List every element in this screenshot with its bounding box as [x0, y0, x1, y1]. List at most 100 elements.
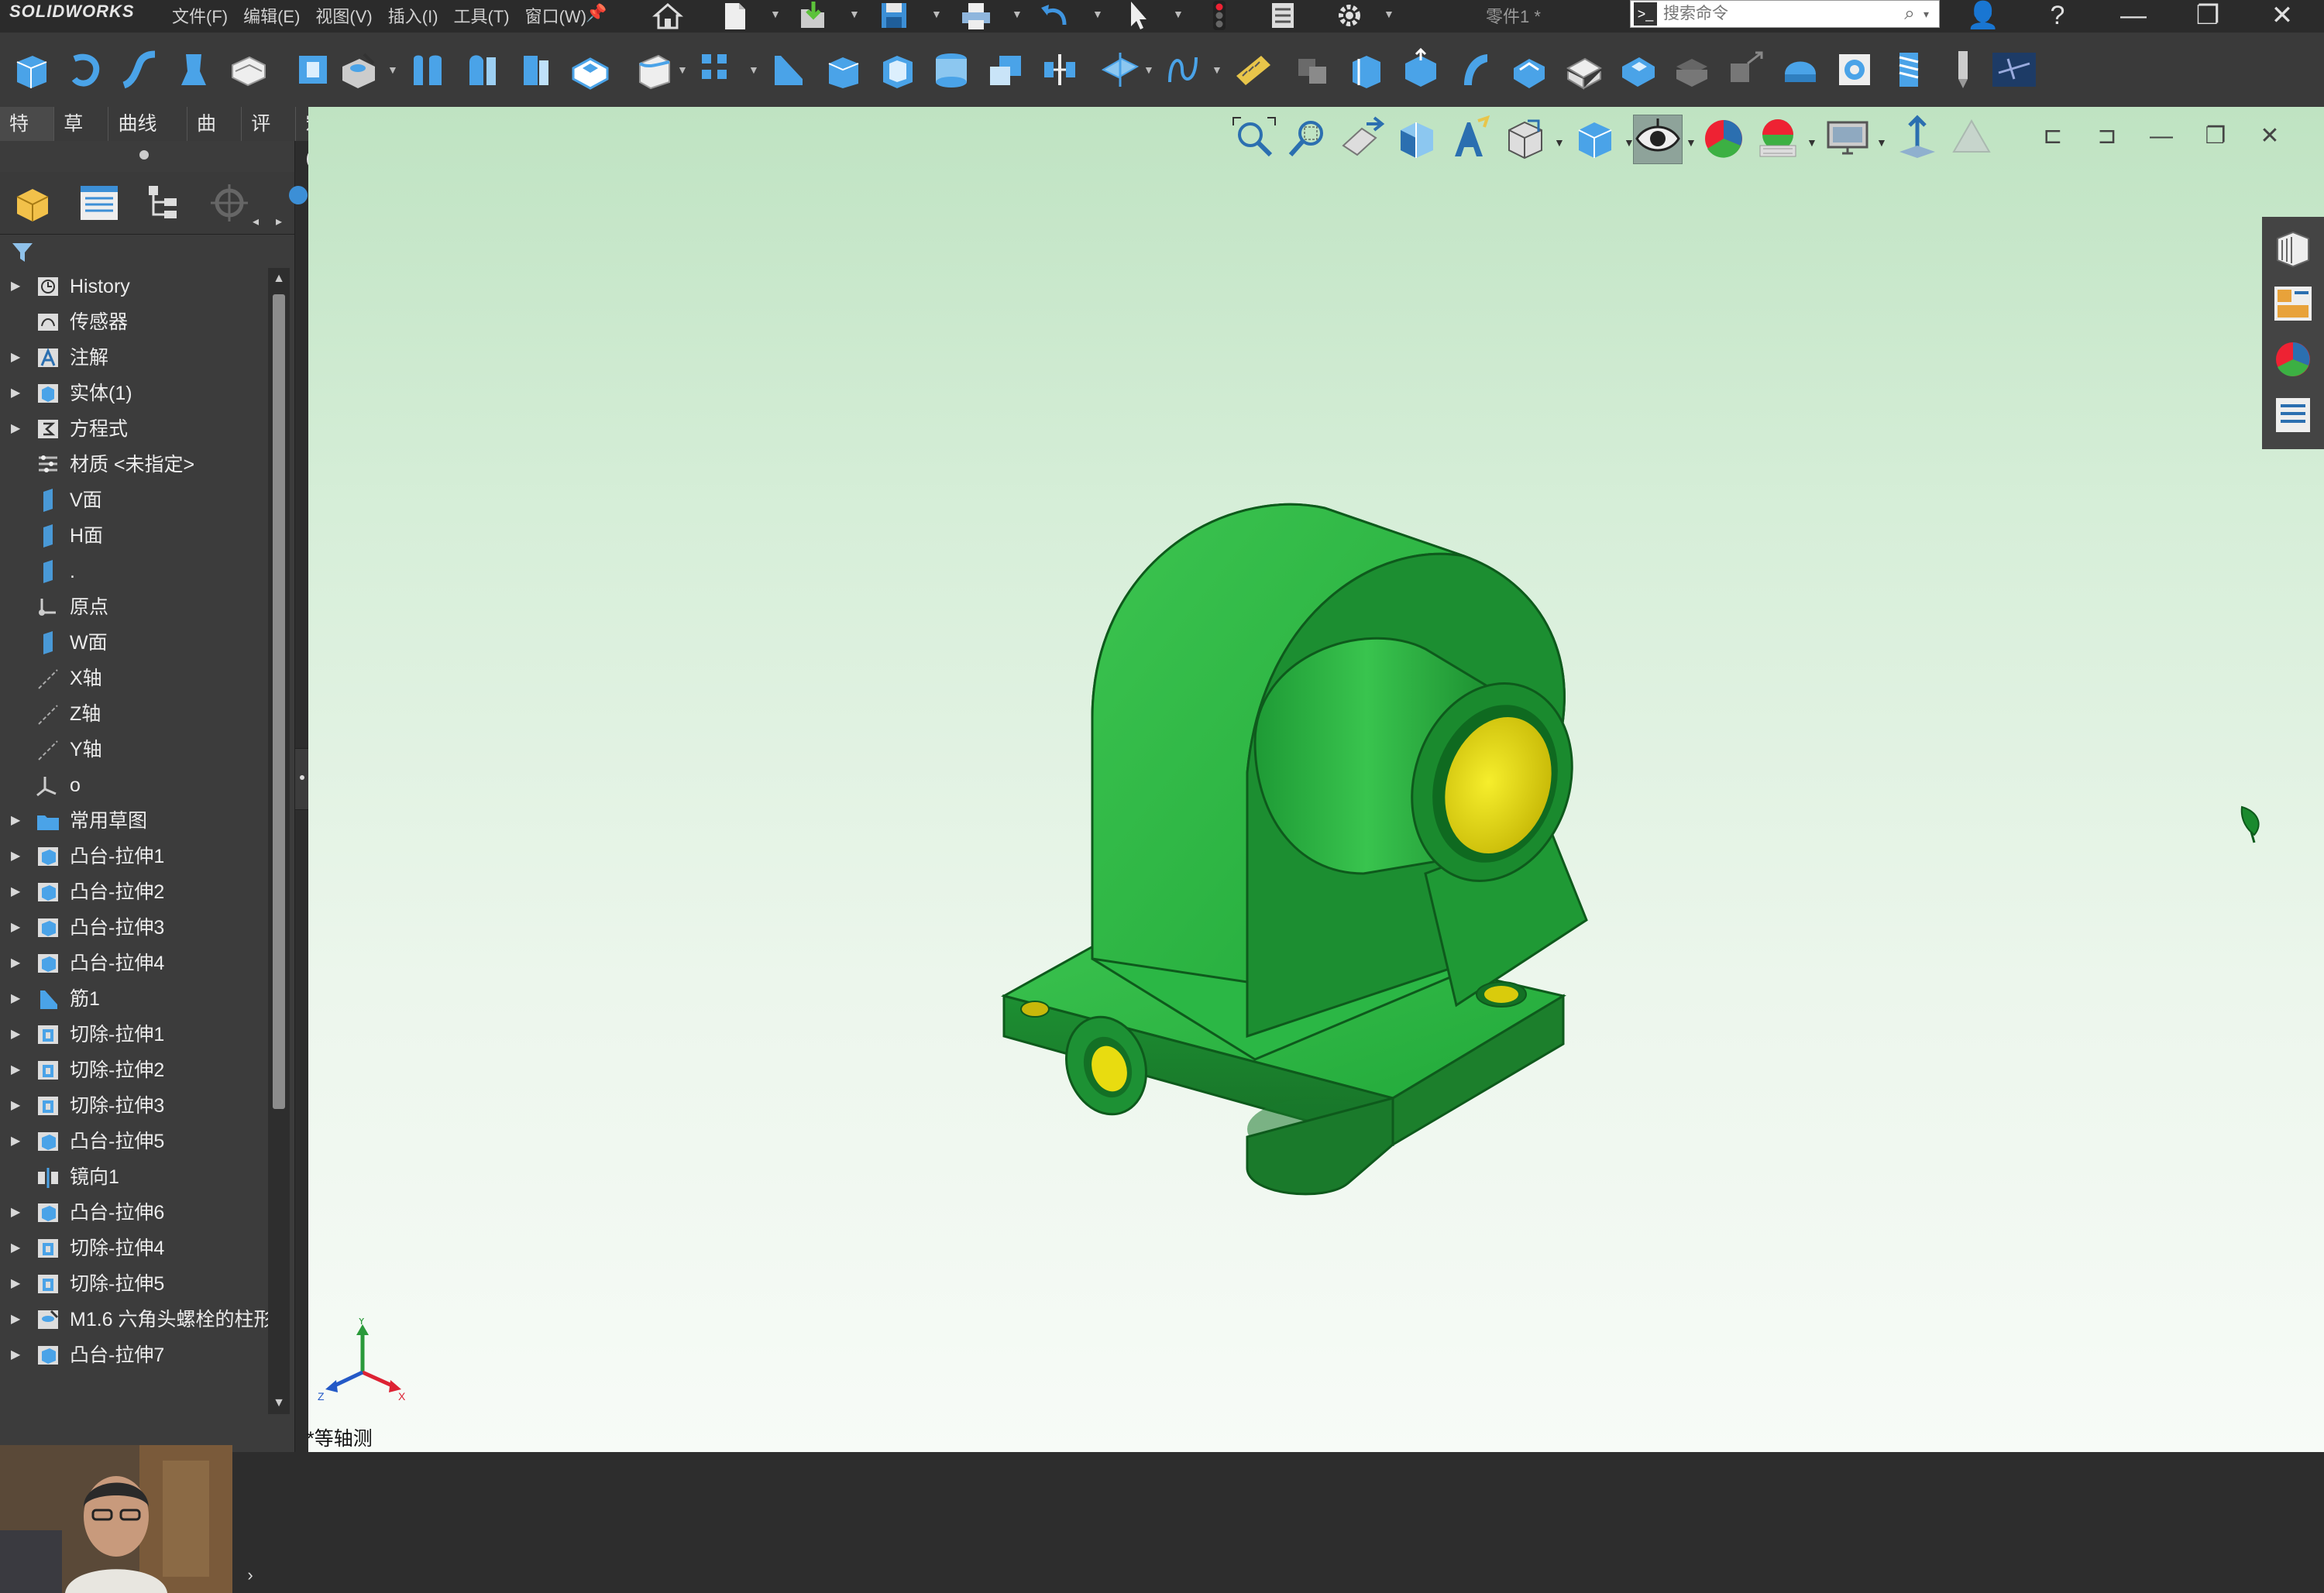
expand-arrow-icon[interactable]: ▶	[11, 341, 22, 375]
tree-node[interactable]: Y轴	[0, 733, 268, 767]
close-window-button[interactable]: ✕	[2259, 0, 2305, 31]
revolve-cut-icon[interactable]	[406, 48, 449, 91]
select-arrow-icon[interactable]	[1119, 0, 1159, 31]
tree-node[interactable]: 材质 <未指定>	[0, 448, 268, 482]
reference-geometry-icon[interactable]	[1098, 48, 1142, 91]
scroll-up-icon[interactable]: ▲	[268, 268, 290, 290]
tree-node[interactable]: V面	[0, 483, 268, 517]
menu-tools[interactable]: 工具(T)	[452, 3, 511, 28]
tree-node[interactable]: ▶ 切除-拉伸4	[0, 1231, 268, 1265]
search-dropdown-icon[interactable]: ▾	[1923, 8, 1939, 21]
scroll-down-icon[interactable]: ▼	[268, 1392, 290, 1414]
tabs-scroll-right-icon[interactable]: ▸	[276, 214, 282, 229]
help-icon[interactable]: ?	[2034, 0, 2081, 31]
file-properties-icon[interactable]	[1263, 0, 1303, 31]
flex-icon[interactable]	[1453, 48, 1497, 91]
tree-node[interactable]: 原点	[0, 590, 268, 624]
tree-node[interactable]: ▶ 切除-拉伸5	[0, 1267, 268, 1301]
viewport-restore-button[interactable]: ❐	[2199, 119, 2233, 153]
zoom-to-area-icon[interactable]	[1284, 115, 1332, 163]
previous-view-icon[interactable]	[1339, 115, 1387, 163]
tree-node[interactable]: ▶ 凸台-拉伸4	[0, 946, 268, 980]
open-document-icon[interactable]	[793, 0, 834, 31]
zoom-to-fit-icon[interactable]	[1230, 115, 1278, 163]
part-model-isometric[interactable]	[992, 440, 1743, 1214]
expand-arrow-icon[interactable]: ▶	[11, 1338, 22, 1372]
boundary-boss-icon[interactable]	[226, 48, 270, 91]
move-copy-body-icon[interactable]	[1399, 47, 1442, 91]
configuration-manager-tab-icon[interactable]	[141, 180, 187, 226]
tree-node[interactable]: ▶ 切除-拉伸1	[0, 1018, 268, 1052]
restore-window-button[interactable]: ❐	[2185, 0, 2231, 31]
view-settings-icon[interactable]	[1824, 115, 1872, 163]
weldment-icon[interactable]	[1992, 48, 2042, 91]
scene-dropdown-icon[interactable]: ▼	[1807, 136, 1817, 149]
tree-node[interactable]: ▶ 常用草图	[0, 804, 268, 838]
view-settings-dropdown-icon[interactable]: ▼	[1876, 136, 1887, 149]
fillet-icon[interactable]	[632, 48, 676, 91]
tree-node[interactable]: Z轴	[0, 697, 268, 731]
search-icon[interactable]: ⌕	[1896, 3, 1923, 25]
options-gear-icon[interactable]	[1329, 0, 1370, 31]
minimize-window-button[interactable]: —	[2110, 0, 2157, 31]
curves-icon[interactable]	[1162, 48, 1205, 91]
dynamic-annotation-icon[interactable]	[1447, 115, 1495, 163]
tree-node[interactable]: 传感器	[0, 305, 268, 339]
tree-node[interactable]: ▶ 凸台-拉伸2	[0, 875, 268, 909]
sweep-boss-icon[interactable]	[118, 48, 161, 91]
draft-icon[interactable]	[821, 48, 865, 91]
new-document-icon[interactable]	[714, 0, 755, 31]
thread-icon[interactable]	[1887, 48, 1930, 91]
custom-properties-icon[interactable]	[2271, 393, 2315, 437]
fillet-dropdown-icon[interactable]: ▼	[677, 64, 688, 76]
loft-boss-icon[interactable]	[172, 48, 215, 91]
tree-scrollbar[interactable]: ▲ ▼	[268, 268, 290, 1414]
tree-node[interactable]: ▶ 注解	[0, 341, 268, 375]
panel-splitter-handle[interactable]	[294, 748, 310, 810]
save-icon[interactable]	[874, 0, 914, 31]
tree-node[interactable]: ▶ 凸台-拉伸1	[0, 839, 268, 874]
tab-features[interactable]: 特征	[0, 107, 55, 169]
wrap-icon[interactable]	[930, 48, 973, 91]
new-dropdown-icon[interactable]: ▼	[770, 8, 781, 20]
tree-node[interactable]: ▶ M1.6 六角头螺栓的柱形	[0, 1303, 268, 1337]
tree-node[interactable]: ▶ 切除-拉伸2	[0, 1053, 268, 1087]
expand-arrow-icon[interactable]: ▶	[11, 946, 22, 980]
panel-grip[interactable]	[139, 150, 149, 160]
pattern-dropdown-icon[interactable]: ▼	[748, 64, 759, 76]
expand-arrow-icon[interactable]: ▶	[11, 1267, 22, 1301]
rebuild-traffic-light-icon[interactable]	[1199, 0, 1239, 31]
property-manager-tab-icon[interactable]	[76, 180, 122, 226]
expand-arrow-icon[interactable]: ▶	[11, 1303, 22, 1337]
linear-pattern-icon[interactable]	[696, 48, 739, 91]
print-icon[interactable]	[956, 0, 996, 31]
hide-show-dropdown-icon[interactable]: ▼	[1686, 136, 1697, 149]
tree-node[interactable]: H面	[0, 519, 268, 553]
viewport-close-button[interactable]: ✕	[2253, 119, 2287, 153]
appearances-icon[interactable]	[2271, 338, 2315, 381]
dome-icon[interactable]	[1779, 48, 1822, 91]
section-view-icon[interactable]	[1393, 115, 1441, 163]
design-library-icon[interactable]	[2271, 226, 2315, 270]
tree-node[interactable]: ▶ 凸台-拉伸7	[0, 1338, 268, 1372]
dimxpert-manager-tab-icon[interactable]	[206, 180, 253, 226]
menu-view[interactable]: 视图(V)	[314, 3, 373, 28]
tree-node[interactable]: ▶ 切除-拉伸3	[0, 1089, 268, 1123]
tile-right-icon[interactable]: ⊐	[2090, 119, 2124, 153]
expand-arrow-icon[interactable]: ▶	[11, 376, 22, 410]
tree-node[interactable]: X轴	[0, 661, 268, 695]
boundary-cut-icon[interactable]	[569, 48, 612, 91]
expand-arrow-icon[interactable]: ▶	[11, 1089, 22, 1123]
deform-icon[interactable]	[1562, 48, 1605, 91]
expand-arrow-icon[interactable]: ▶	[11, 1124, 22, 1159]
lofted-cut-icon[interactable]	[514, 48, 558, 91]
tree-node[interactable]: ▶ 凸台-拉伸3	[0, 911, 268, 945]
tree-node[interactable]: ▶ History	[0, 270, 268, 304]
intersect-icon[interactable]	[984, 48, 1027, 91]
tree-node[interactable]: W面	[0, 626, 268, 660]
expand-arrow-icon[interactable]: ▶	[11, 982, 22, 1016]
open-dropdown-icon[interactable]: ▼	[849, 8, 860, 20]
freeform-icon[interactable]	[1508, 48, 1551, 91]
tab-sketch[interactable]: 草图	[54, 107, 109, 169]
save-dropdown-icon[interactable]: ▼	[931, 8, 942, 20]
